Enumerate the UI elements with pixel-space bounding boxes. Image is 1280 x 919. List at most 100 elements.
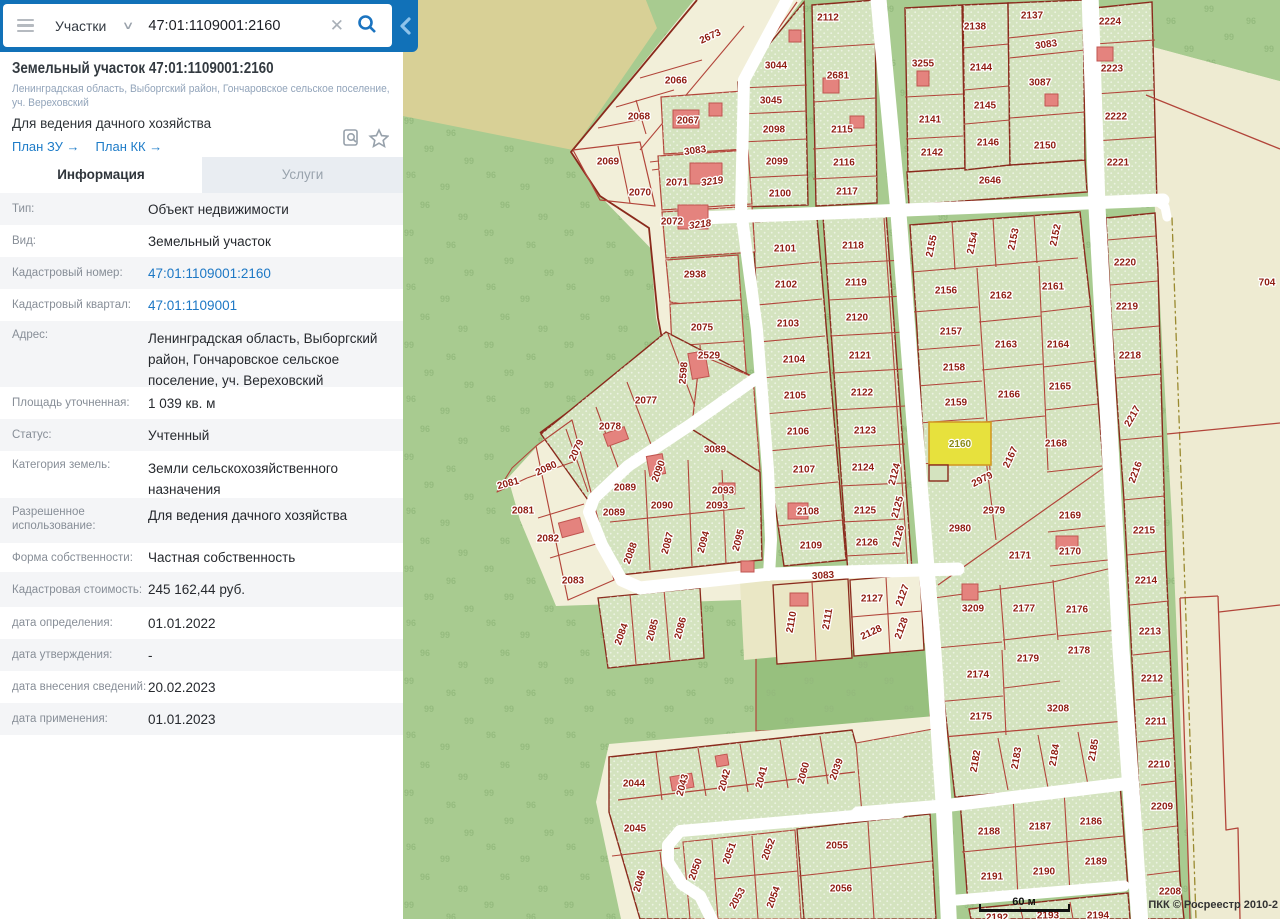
svg-text:2209: 2209 [1151,802,1174,813]
svg-text:2187: 2187 [1029,822,1052,833]
svg-text:2069: 2069 [597,157,620,168]
svg-text:2190: 2190 [1033,867,1056,878]
svg-text:2093: 2093 [706,501,729,512]
svg-text:3209: 3209 [962,604,985,615]
svg-text:2075: 2075 [691,323,714,334]
svg-text:2146: 2146 [977,138,1000,149]
svg-text:2178: 2178 [1068,646,1091,657]
svg-text:2109: 2109 [800,541,823,552]
svg-text:2115: 2115 [831,125,853,136]
svg-text:2158: 2158 [943,363,966,374]
svg-text:2142: 2142 [921,148,944,159]
svg-text:2220: 2220 [1114,258,1137,269]
svg-text:2529: 2529 [698,351,721,362]
svg-text:ПКК © Росреестр 2010-2: ПКК © Росреестр 2010-2 [1148,899,1278,911]
svg-text:2083: 2083 [562,576,585,587]
svg-text:2119: 2119 [845,278,867,289]
svg-text:2066: 2066 [665,76,688,87]
svg-text:2145: 2145 [974,101,997,112]
svg-text:2150: 2150 [1034,141,1057,152]
svg-text:2213: 2213 [1139,627,1162,638]
svg-text:2192: 2192 [986,913,1009,919]
svg-text:2171: 2171 [1009,551,1032,562]
svg-text:2161: 2161 [1042,282,1065,293]
svg-text:2103: 2103 [777,319,800,330]
svg-text:2118: 2118 [842,241,864,252]
svg-text:2089: 2089 [603,508,626,519]
svg-text:2162: 2162 [990,291,1013,302]
svg-text:2170: 2170 [1059,547,1082,558]
svg-text:2223: 2223 [1101,64,1124,75]
svg-text:3045: 3045 [760,96,783,107]
svg-text:2979: 2979 [983,506,1006,517]
svg-text:2168: 2168 [1045,439,1068,450]
svg-text:3087: 3087 [1029,78,1052,89]
svg-text:2186: 2186 [1080,817,1103,828]
svg-text:2072: 2072 [661,217,684,228]
svg-text:2120: 2120 [846,313,869,324]
svg-text:2045: 2045 [624,824,647,835]
svg-text:2938: 2938 [684,270,707,281]
svg-text:3208: 3208 [1047,704,1070,715]
svg-text:2137: 2137 [1021,11,1044,22]
svg-text:2122: 2122 [851,388,874,399]
svg-text:2126: 2126 [856,538,879,549]
svg-text:2078: 2078 [599,422,622,433]
svg-text:2071: 2071 [666,178,689,189]
svg-text:2124: 2124 [852,463,875,474]
svg-text:2646: 2646 [979,176,1002,187]
svg-text:2141: 2141 [919,115,942,126]
svg-text:2194: 2194 [1087,911,1110,919]
svg-text:2211: 2211 [1145,717,1167,728]
svg-text:2082: 2082 [537,534,560,545]
svg-text:2214: 2214 [1135,576,1158,587]
svg-text:2100: 2100 [769,189,792,200]
svg-text:2070: 2070 [629,188,652,199]
svg-text:2165: 2165 [1049,382,1072,393]
svg-text:2093: 2093 [712,486,735,497]
svg-text:2160: 2160 [949,439,972,450]
svg-text:2159: 2159 [945,398,968,409]
svg-text:2176: 2176 [1066,605,1089,616]
svg-text:2164: 2164 [1047,340,1070,351]
svg-text:3255: 3255 [912,59,935,70]
svg-text:2169: 2169 [1059,511,1082,522]
svg-text:2208: 2208 [1159,887,1182,898]
svg-text:2121: 2121 [849,351,872,362]
svg-text:2174: 2174 [967,670,990,681]
svg-text:2144: 2144 [970,63,993,74]
svg-text:2055: 2055 [826,841,849,852]
svg-text:2189: 2189 [1085,857,1108,868]
svg-text:2224: 2224 [1099,17,1122,28]
svg-text:2108: 2108 [797,507,820,518]
svg-text:2215: 2215 [1133,526,1156,537]
svg-text:704: 704 [1259,278,1276,289]
svg-text:2127: 2127 [861,594,884,605]
svg-text:2219: 2219 [1116,302,1139,313]
svg-text:2681: 2681 [827,71,850,82]
svg-text:2077: 2077 [635,396,658,407]
svg-text:2081: 2081 [512,506,535,517]
svg-text:3089: 3089 [704,445,727,456]
svg-text:3044: 3044 [765,61,788,72]
svg-text:2099: 2099 [766,157,789,168]
svg-text:2163: 2163 [995,340,1018,351]
svg-text:2090: 2090 [651,501,674,512]
svg-text:2125: 2125 [854,506,877,517]
svg-text:2179: 2179 [1017,654,1040,665]
svg-text:60 м: 60 м [1012,896,1035,908]
svg-text:2222: 2222 [1105,112,1128,123]
svg-text:2104: 2104 [783,355,806,366]
svg-text:3083: 3083 [812,570,835,583]
svg-text:2101: 2101 [774,244,797,255]
svg-text:2123: 2123 [854,426,877,437]
svg-text:2117: 2117 [836,187,858,198]
svg-text:2067: 2067 [677,116,700,127]
svg-text:2044: 2044 [623,779,646,790]
svg-text:2089: 2089 [614,483,637,494]
svg-text:2218: 2218 [1119,351,1142,362]
svg-text:2105: 2105 [784,391,807,402]
svg-text:2116: 2116 [833,158,855,169]
svg-text:2068: 2068 [628,112,651,123]
svg-text:2098: 2098 [763,125,786,136]
